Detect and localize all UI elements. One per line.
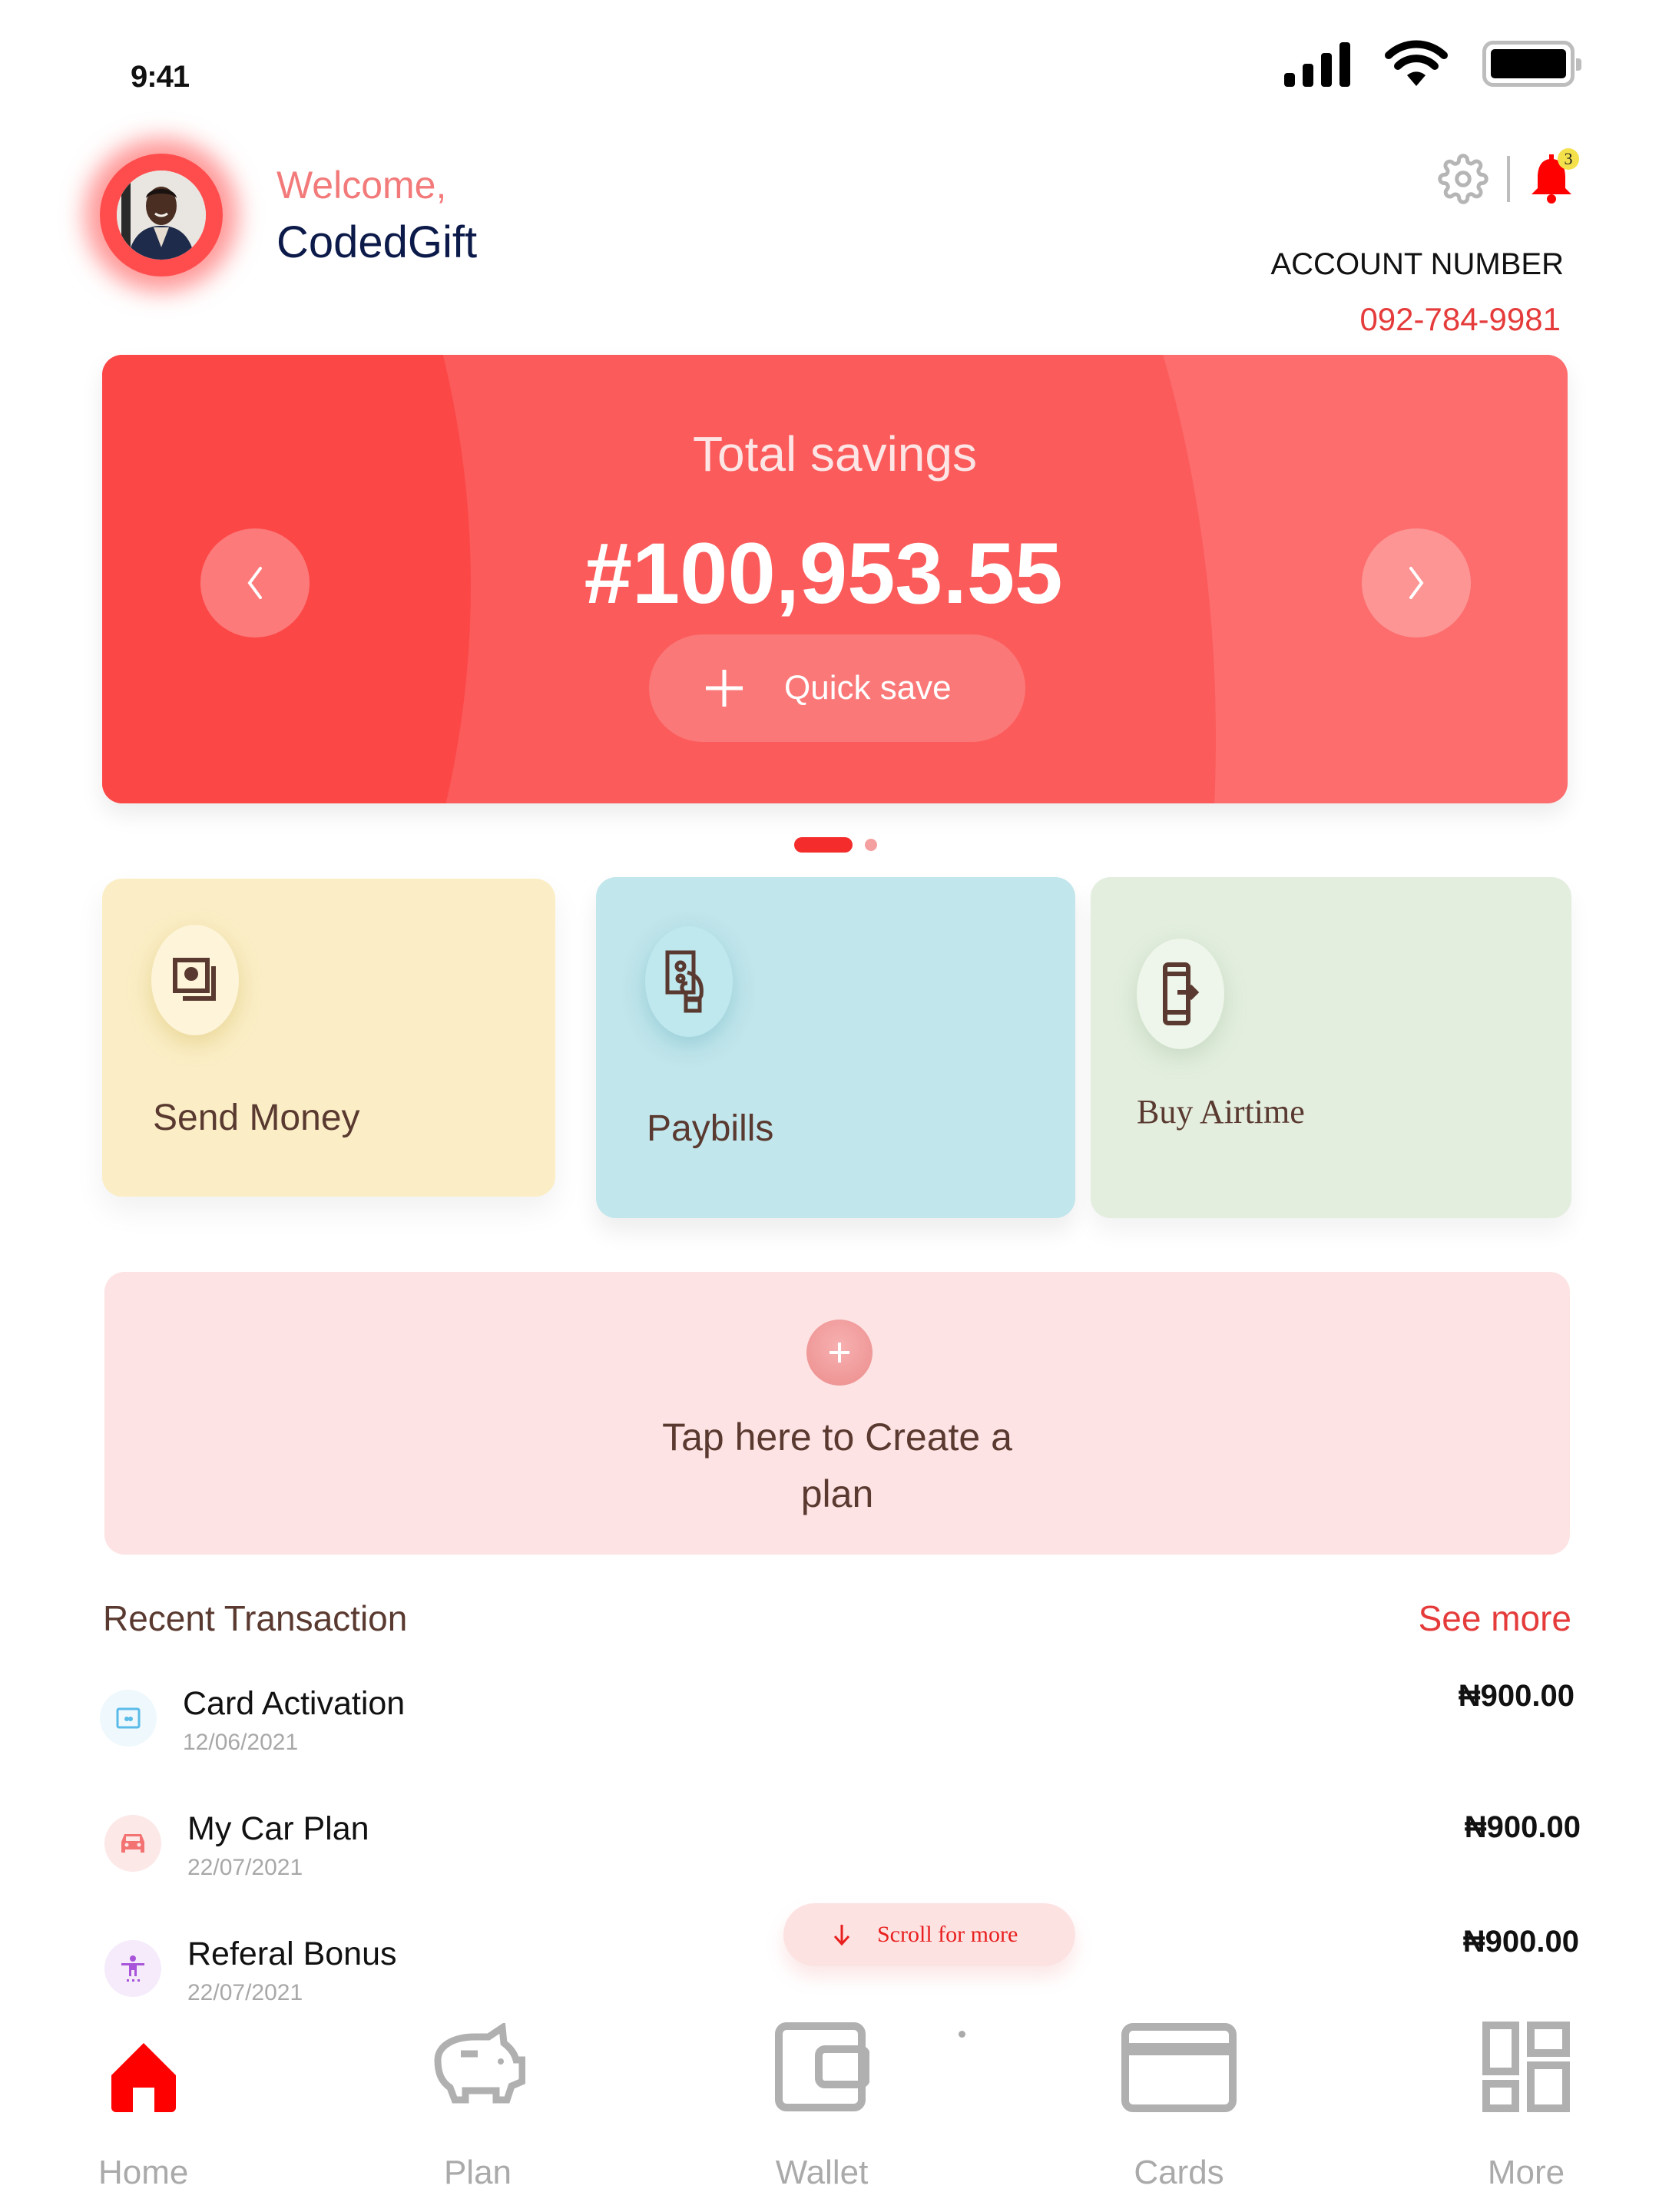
cellular-signal-icon [1284, 41, 1350, 87]
status-icons [1284, 40, 1581, 88]
header-divider [1507, 156, 1510, 202]
nav-plan-label: Plan [443, 2154, 512, 2191]
buy-airtime-icon [1137, 939, 1224, 1049]
transaction-row[interactable]: Card Activation 12/06/2021 ₦900.00 [100, 1679, 1575, 1774]
see-more-link[interactable]: See more [1419, 1598, 1571, 1639]
savings-title: Total savings [693, 426, 977, 482]
carousel-dot-active[interactable] [794, 837, 853, 853]
send-money-card[interactable]: Send Money [102, 879, 555, 1197]
credit-card-icon [1121, 2023, 1237, 2112]
nav-more-label: More [1487, 2154, 1565, 2191]
carousel-indicator [794, 837, 877, 853]
create-plan-card[interactable]: Tap here to Create a plan [104, 1272, 1570, 1555]
chevron-left-icon [247, 567, 262, 599]
paybills-icon [645, 926, 733, 1037]
nav-more[interactable]: More [1482, 2012, 1570, 2192]
nav-home[interactable]: Home [98, 2012, 188, 2192]
transaction-date: 12/06/2021 [183, 1730, 299, 1755]
person-icon [104, 1940, 161, 1997]
nav-cards-label: Cards [1134, 2154, 1224, 2191]
next-button[interactable] [1362, 528, 1471, 637]
decorative-dot [959, 2031, 965, 2038]
paybills-label: Paybills [647, 1108, 774, 1149]
plus-icon [830, 1343, 849, 1363]
transaction-amount: ₦900.00 [1464, 1810, 1581, 1844]
arrow-down-icon [833, 1925, 850, 1946]
transaction-name: Referal Bonus [187, 1936, 397, 1972]
account-number[interactable]: 092-784-9981 [1359, 301, 1561, 338]
paybills-card[interactable]: Paybills [596, 877, 1075, 1218]
previous-button[interactable] [200, 528, 310, 637]
savings-amount: #100,953.55 [584, 525, 1063, 621]
transaction-amount: ₦900.00 [1458, 1679, 1575, 1713]
transaction-name: Card Activation [183, 1685, 406, 1722]
transaction-date: 22/07/2021 [187, 1855, 303, 1880]
create-plan-text: Tap here to Create a plan [104, 1409, 1570, 1522]
battery-icon [1482, 41, 1581, 87]
welcome-text: Welcome, [276, 164, 447, 207]
transaction-row[interactable]: My Car Plan 22/07/2021 ₦900.00 [100, 1810, 1581, 1899]
piggy-bank-icon [434, 2023, 525, 2104]
carousel-dot[interactable] [865, 839, 877, 851]
status-time: 9:41 [131, 60, 190, 94]
nav-cards[interactable]: Cards [1121, 2012, 1237, 2192]
buy-airtime-label: Buy Airtime [1137, 1093, 1305, 1131]
savings-card: Total savings #100,953.55 Quick save [102, 355, 1568, 803]
plus-icon [706, 670, 743, 707]
send-money-label: Send Money [153, 1098, 360, 1138]
notifications-button[interactable]: 3 [1528, 148, 1579, 204]
wifi-icon [1385, 40, 1448, 86]
avatar[interactable] [100, 154, 223, 276]
buy-airtime-card[interactable]: Buy Airtime [1091, 877, 1571, 1218]
quick-save-label: Quick save [784, 669, 952, 707]
nav-wallet-label: Wallet [775, 2154, 869, 2191]
username: CodedGift [276, 217, 478, 267]
home-icon [111, 2043, 176, 2112]
dashboard-grid-icon [1482, 2022, 1570, 2112]
send-money-icon [151, 925, 239, 1035]
nav-wallet[interactable]: Wallet [774, 2012, 869, 2192]
scroll-for-more-button[interactable]: Scroll for more [783, 1903, 1075, 1966]
account-number-label: ACCOUNT NUMBER [1270, 247, 1564, 281]
transaction-name: My Car Plan [187, 1810, 369, 1847]
transaction-amount: ₦900.00 [1462, 1925, 1579, 1959]
nav-plan[interactable]: Plan [430, 2012, 525, 2192]
create-plan-line-2: plan [800, 1472, 874, 1515]
add-plan-button[interactable] [806, 1320, 873, 1386]
avatar-photo [117, 171, 206, 260]
gear-icon[interactable] [1438, 154, 1488, 204]
wallet-icon [775, 2022, 869, 2111]
create-plan-line-1: Tap here to Create a [662, 1416, 1012, 1459]
car-icon [104, 1815, 161, 1872]
recent-transactions-title: Recent Transaction [103, 1598, 408, 1638]
header-actions: 3 [1438, 148, 1579, 204]
nav-home-label: Home [98, 2154, 189, 2191]
card-icon [100, 1690, 157, 1747]
transaction-date: 22/07/2021 [187, 1980, 303, 2005]
quick-save-button[interactable]: Quick save [649, 634, 1025, 742]
scroll-for-more-label: Scroll for more [877, 1922, 1018, 1947]
chevron-right-icon [1409, 567, 1424, 599]
notification-badge: 3 [1558, 148, 1579, 170]
